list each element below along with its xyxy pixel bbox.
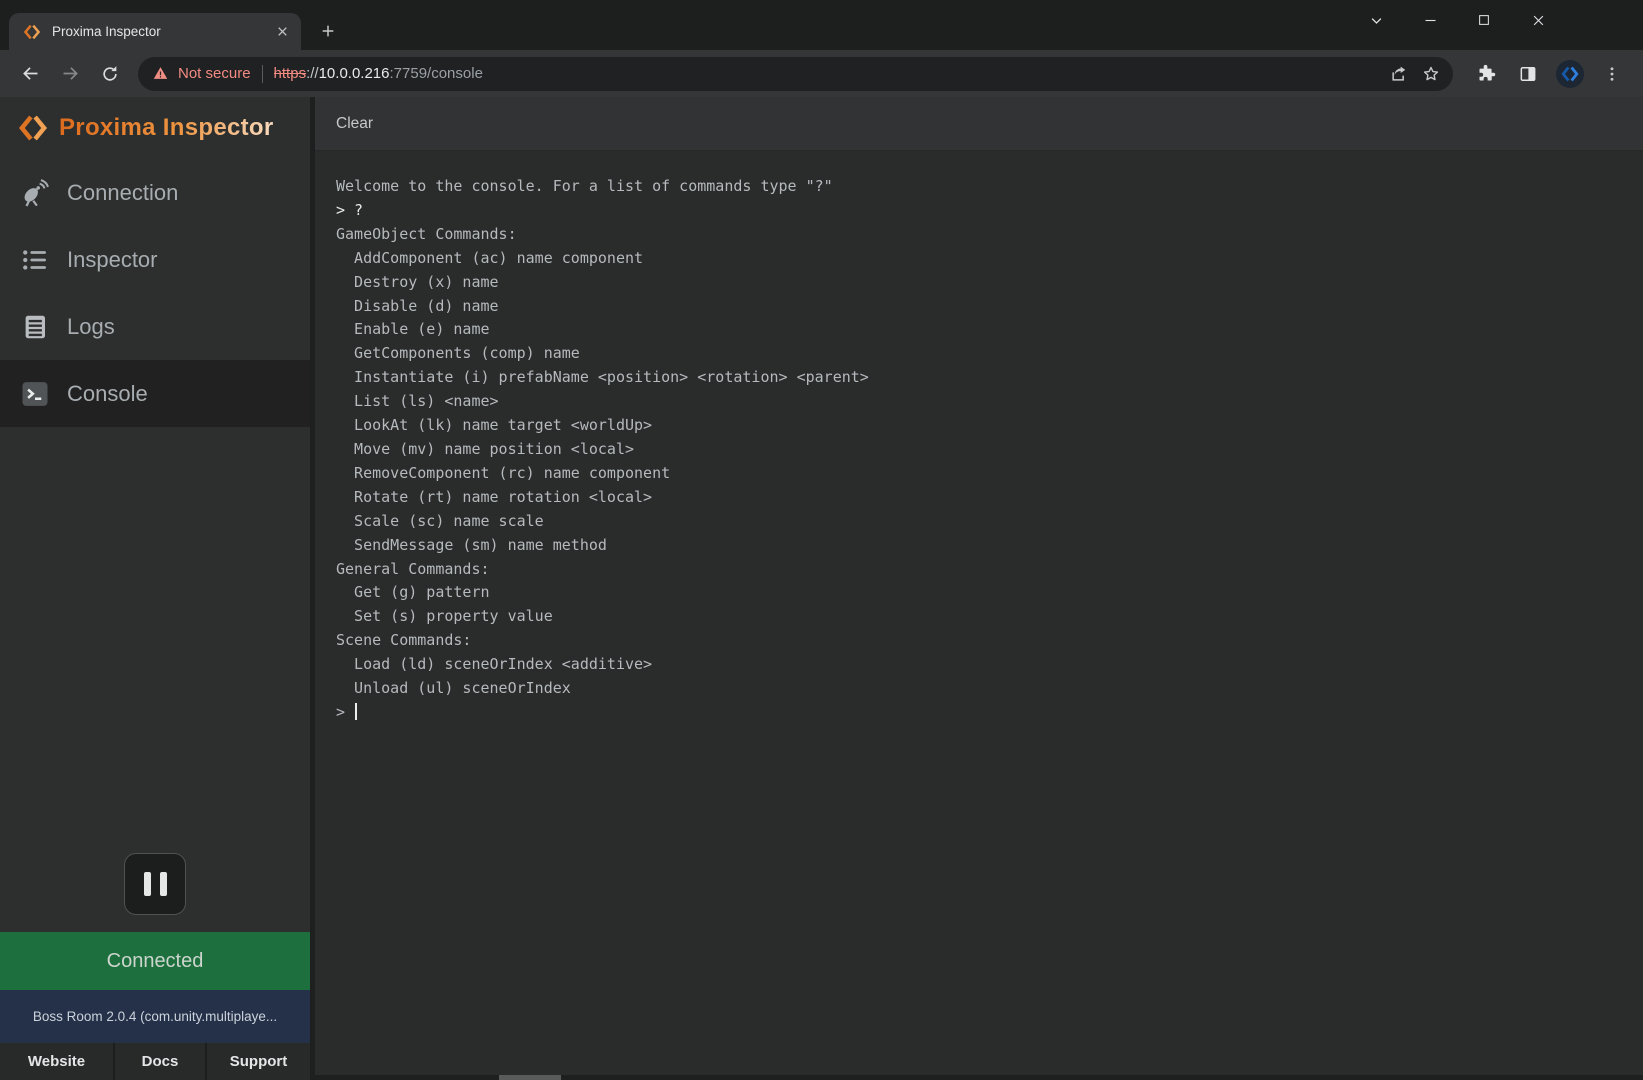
console-line: AddComponent (ac) name component <box>336 247 1623 271</box>
app-title: Proxima Inspector <box>59 114 274 142</box>
pause-row <box>0 853 310 915</box>
tab-title: Proxima Inspector <box>52 24 271 39</box>
console-line: Destroy (x) name <box>336 271 1623 295</box>
console-line: List (ls) <name> <box>336 390 1623 414</box>
url-path: :7759/console <box>390 65 483 82</box>
console-line: Instantiate (i) prefabName <position> <r… <box>336 366 1623 390</box>
project-info: Boss Room 2.0.4 (com.unity.multiplaye... <box>0 990 310 1043</box>
console-line: GetComponents (comp) name <box>336 342 1623 366</box>
console-toolbar: Clear <box>315 97 1643 151</box>
sidebar-item-label: Inspector <box>67 247 158 273</box>
security-label: Not secure <box>178 65 251 82</box>
extensions-puzzle-button[interactable] <box>1468 56 1504 92</box>
url-text: https://10.0.0.216:7759/console <box>274 65 483 82</box>
sidebar-item-logs[interactable]: Logs <box>0 293 310 360</box>
console-line: > ? <box>336 199 1623 223</box>
sidebar-item-inspector[interactable]: Inspector <box>0 226 310 293</box>
sidebar-item-label: Connection <box>67 180 178 206</box>
page-content: Proxima Inspector Connection <box>0 97 1643 1080</box>
document-icon <box>20 312 50 342</box>
console-line: Scene Commands: <box>336 629 1623 653</box>
console-line: SendMessage (sm) name method <box>336 534 1623 558</box>
browser-titlebar: Proxima Inspector <box>0 0 1643 50</box>
extensions-area <box>1465 56 1633 92</box>
list-icon <box>20 245 50 275</box>
footer-link-website[interactable]: Website <box>0 1043 115 1080</box>
address-bar[interactable]: Not secure https://10.0.0.216:7759/conso… <box>138 57 1453 91</box>
tab-search-chevron-icon[interactable] <box>1349 0 1403 40</box>
reload-button[interactable] <box>92 56 128 92</box>
console-area[interactable]: Welcome to the console. For a list of co… <box>315 151 1643 1080</box>
browser-window: Proxima Inspector <box>0 0 1643 1080</box>
forward-button[interactable] <box>52 56 88 92</box>
horizontal-scrollbar-thumb[interactable] <box>499 1075 561 1080</box>
proxima-favicon-icon <box>23 23 41 41</box>
security-chip[interactable]: Not secure <box>152 65 262 82</box>
window-controls <box>1349 0 1565 40</box>
sidebar-footer: Website Docs Support <box>0 1043 310 1080</box>
pause-icon <box>160 872 167 896</box>
prompt-symbol: > <box>336 703 354 721</box>
sidebar-item-console[interactable]: Console <box>0 360 310 427</box>
tab-close-icon[interactable] <box>271 21 293 43</box>
pause-button[interactable] <box>124 853 186 915</box>
minimize-button[interactable] <box>1403 0 1457 40</box>
console-line: Scale (sc) name scale <box>336 510 1623 534</box>
warning-triangle-icon <box>152 65 169 82</box>
proxima-extension-button[interactable] <box>1552 56 1588 92</box>
pause-icon <box>144 872 151 896</box>
browser-toolbar: Not secure https://10.0.0.216:7759/conso… <box>0 50 1643 97</box>
console-output: Welcome to the console. For a list of co… <box>336 175 1623 701</box>
console-line: Enable (e) name <box>336 318 1623 342</box>
satellite-icon <box>20 178 50 208</box>
sidebar-nav: Connection Inspector <box>0 159 310 427</box>
console-line: Disable (d) name <box>336 295 1623 319</box>
footer-link-support[interactable]: Support <box>207 1043 310 1080</box>
terminal-icon <box>20 379 50 409</box>
share-button[interactable] <box>1383 58 1415 90</box>
horizontal-scrollbar[interactable] <box>315 1075 1643 1080</box>
console-prompt[interactable]: > <box>336 701 1623 725</box>
url-scheme: https <box>274 65 307 82</box>
new-tab-button[interactable] <box>313 16 343 46</box>
console-line: LookAt (lk) name target <worldUp> <box>336 414 1623 438</box>
console-line: General Commands: <box>336 558 1623 582</box>
sidebar-item-label: Console <box>67 381 148 407</box>
bookmark-star-button[interactable] <box>1415 58 1447 90</box>
console-panel: Clear Welcome to the console. For a list… <box>315 97 1643 1080</box>
close-window-button[interactable] <box>1511 0 1565 40</box>
side-panel-button[interactable] <box>1510 56 1546 92</box>
maximize-button[interactable] <box>1457 0 1511 40</box>
console-line: GameObject Commands: <box>336 223 1623 247</box>
browser-tab[interactable]: Proxima Inspector <box>9 13 301 50</box>
console-line: Set (s) property value <box>336 605 1623 629</box>
console-line: RemoveComponent (rc) name component <box>336 462 1623 486</box>
sidebar-item-label: Logs <box>67 314 115 340</box>
sidebar-item-connection[interactable]: Connection <box>0 159 310 226</box>
proxima-logo-icon <box>18 113 48 143</box>
console-line: Load (ld) sceneOrIndex <additive> <box>336 653 1623 677</box>
console-line: Rotate (rt) name rotation <local> <box>336 486 1623 510</box>
connection-status-badge: Connected <box>0 932 310 990</box>
console-line: Unload (ul) sceneOrIndex <box>336 677 1623 701</box>
clear-button[interactable]: Clear <box>336 115 373 133</box>
back-button[interactable] <box>12 56 48 92</box>
sidebar: Proxima Inspector Connection <box>0 97 310 1080</box>
url-host: 10.0.0.216 <box>319 65 390 82</box>
browser-menu-kebab-button[interactable] <box>1594 56 1630 92</box>
footer-link-docs[interactable]: Docs <box>115 1043 207 1080</box>
url-separator: :// <box>306 65 319 82</box>
app-brand: Proxima Inspector <box>0 97 310 159</box>
chip-divider <box>262 65 263 83</box>
console-line: Move (mv) name position <local> <box>336 438 1623 462</box>
console-line: Welcome to the console. For a list of co… <box>336 175 1623 199</box>
console-line: Get (g) pattern <box>336 581 1623 605</box>
text-cursor <box>355 703 357 720</box>
